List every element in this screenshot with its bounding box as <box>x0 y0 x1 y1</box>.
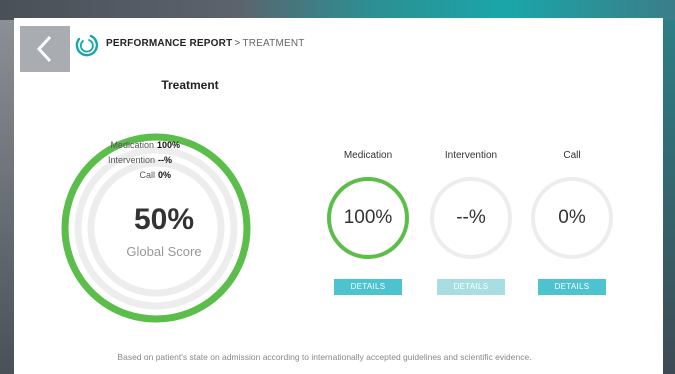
metric-ring: --% <box>428 175 514 261</box>
background-left <box>0 20 14 374</box>
metric-ring: 0% <box>529 175 615 261</box>
legend-label: Medication <box>110 140 154 150</box>
legend-value: --% <box>158 155 172 165</box>
metric-title: Call <box>563 150 581 161</box>
legend-value: 100% <box>156 140 180 150</box>
breadcrumb-performance-report[interactable]: PERFORMANCE REPORT <box>106 38 232 49</box>
footer-note: Based on patient's state on admission ac… <box>117 352 532 362</box>
app-logo-icon <box>75 34 99 57</box>
metric-title: Intervention <box>444 150 498 161</box>
details-button-medication[interactable]: DETAILS <box>334 279 402 295</box>
legend-label: Intervention <box>107 155 155 165</box>
section-title: Treatment <box>161 78 219 92</box>
legend-label: Call <box>139 170 155 180</box>
metric-value: --% <box>456 207 486 228</box>
metric-value: 100% <box>343 207 393 228</box>
background-top <box>0 0 675 20</box>
global-legend: Medication 100% Intervention --% Call 0% <box>108 138 180 183</box>
legend-item-call: Call 0% <box>108 168 180 183</box>
details-button-intervention[interactable]: DETAILS <box>437 279 505 295</box>
metric-call: Call 0% DETAILS <box>522 150 622 295</box>
header-bar: PERFORMANCE REPORT > TREATMENT <box>14 18 663 72</box>
global-score-label: Global Score <box>126 244 202 259</box>
metric-value: 0% <box>558 207 586 228</box>
breadcrumb-separator: > <box>234 38 241 49</box>
global-score-value: 50% <box>133 203 195 236</box>
metric-medication: Medication 100% DETAILS <box>318 150 418 295</box>
back-button[interactable] <box>20 26 70 72</box>
metric-intervention: Intervention --% DETAILS <box>421 150 521 295</box>
details-button-call[interactable]: DETAILS <box>538 279 606 295</box>
metric-title: Medication <box>343 150 393 161</box>
breadcrumb-treatment: TREATMENT <box>242 38 305 49</box>
metric-ring: 100% <box>325 175 411 261</box>
legend-item-medication: Medication 100% <box>108 138 180 153</box>
legend-value: 0% <box>158 170 172 180</box>
chevron-left-icon <box>36 35 52 63</box>
breadcrumb: PERFORMANCE REPORT > TREATMENT <box>106 38 305 49</box>
legend-item-intervention: Intervention --% <box>108 153 180 168</box>
background-right <box>663 20 675 374</box>
